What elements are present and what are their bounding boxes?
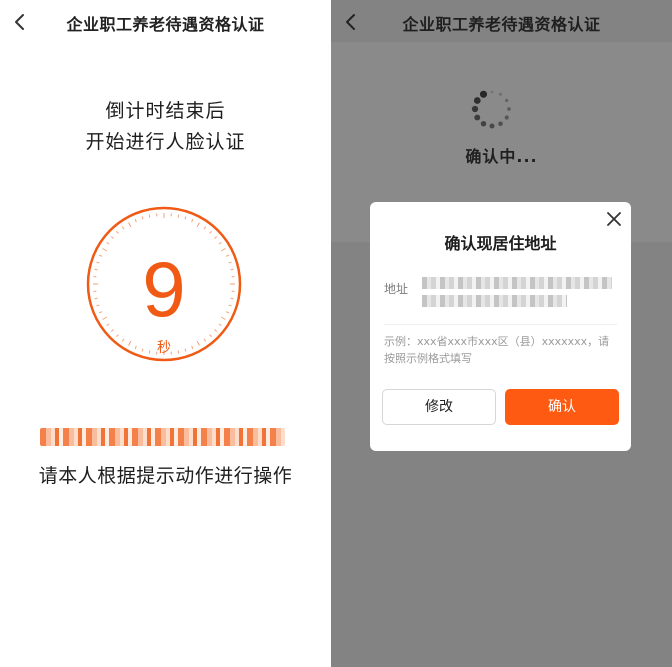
countdown-dial-graphic: 9 秒 <box>86 206 242 362</box>
dial-tick <box>94 297 98 300</box>
dial-tick <box>228 304 232 307</box>
dial-tick <box>96 261 100 264</box>
countdown-unit: 秒 <box>157 340 171 356</box>
dial-tick <box>128 222 132 228</box>
dial-tick <box>148 350 151 354</box>
dial-tick <box>191 218 194 223</box>
page-title: 企业职工养老待遇资格认证 <box>66 15 265 34</box>
dial-tick <box>225 254 230 257</box>
dial-tick <box>191 345 194 350</box>
spinner-dot <box>507 107 511 111</box>
address-confirm-screen: 企业职工养老待遇资格认证 确认中... 确认现居住地址 地址 示例：xxx省xx… <box>331 0 672 667</box>
dial-tick <box>209 334 212 338</box>
spinner-dot <box>489 123 495 129</box>
dial-tick <box>218 241 222 245</box>
dial-tick <box>203 338 207 342</box>
dial-tick <box>116 334 119 338</box>
dial-tick <box>102 316 108 320</box>
spinner-dot <box>504 115 509 120</box>
dial-tick <box>121 226 125 230</box>
address-label: 地址 <box>384 282 409 296</box>
spinner-dot <box>498 121 503 127</box>
dial-tick <box>98 311 103 314</box>
dial-tick <box>214 236 218 239</box>
spinner-dot <box>479 90 488 98</box>
dial-tick <box>220 316 226 320</box>
dial-tick <box>134 218 137 223</box>
loading-text: 确认中... <box>465 147 538 166</box>
dial-tick <box>110 236 114 239</box>
dial-tick <box>96 304 100 307</box>
divider <box>384 324 617 325</box>
dial-tick <box>128 340 132 346</box>
dial-tick <box>94 268 98 271</box>
loading-spinner-icon <box>469 86 515 132</box>
dial-tick <box>177 350 180 354</box>
dial-tick <box>106 241 110 245</box>
redacted-text <box>40 428 285 446</box>
dial-tick <box>141 348 144 352</box>
spinner-dot <box>499 92 502 96</box>
dialog-title: 确认现居住地址 <box>444 234 557 253</box>
nav-bar: 企业职工养老待遇资格认证 <box>331 0 672 44</box>
spinner-dot <box>473 97 481 104</box>
dial-tick <box>214 329 218 332</box>
countdown-prompt-line1: 倒计时结束后 <box>105 100 226 122</box>
dial-tick <box>218 323 222 327</box>
dial-tick <box>110 329 114 332</box>
countdown-number: 9 <box>142 245 185 333</box>
modify-button[interactable]: 修改 <box>382 389 496 425</box>
dial-tick <box>106 323 110 327</box>
dial-tick <box>184 216 187 220</box>
dial-tick <box>98 254 103 257</box>
dial-tick <box>203 226 207 230</box>
spinner-dot <box>474 114 481 121</box>
address-example: 示例：xxx省xxx市xxx区（县）xxxxxxx，请按照示例格式填写 <box>384 335 610 365</box>
dial-tick <box>148 214 151 218</box>
address-value-redacted <box>422 277 612 311</box>
dial-tick <box>102 248 108 252</box>
spinner-dot <box>490 90 494 94</box>
dial-tick <box>116 230 119 234</box>
dial-tick <box>121 338 125 342</box>
dial-tick <box>230 297 234 300</box>
instruction-text: 请本人根据提示动作进行操作 <box>38 465 293 487</box>
close-icon[interactable] <box>605 210 623 228</box>
dial-tick <box>196 222 200 228</box>
countdown-dial: 9 秒 <box>84 204 244 364</box>
dial-tick <box>225 311 230 314</box>
dial-tick <box>134 345 137 350</box>
countdown-prompt-line2: 开始进行人脸认证 <box>85 131 246 153</box>
spinner-dot <box>480 121 487 127</box>
dial-tick <box>209 230 212 234</box>
dial-tick <box>141 216 144 220</box>
dial-tick <box>177 214 180 218</box>
countdown-screen: 企业职工养老待遇资格认证 倒计时结束后 开始进行人脸认证 9 秒 请本人根据提示… <box>0 0 331 667</box>
spinner-dot <box>471 105 479 113</box>
spinner-dot <box>505 98 509 103</box>
dial-tick <box>230 268 234 271</box>
dial-tick <box>220 248 226 252</box>
dial-tick <box>228 261 232 264</box>
page-title: 企业职工养老待遇资格认证 <box>402 15 601 34</box>
address-dialog: 确认现居住地址 地址 示例：xxx省xxx市xxx区（县）xxxxxxx，请按照… <box>370 202 631 451</box>
confirm-button[interactable]: 确认 <box>505 389 619 425</box>
dial-tick <box>184 348 187 352</box>
dial-tick <box>196 340 200 346</box>
nav-bar: 企业职工养老待遇资格认证 <box>0 0 331 44</box>
